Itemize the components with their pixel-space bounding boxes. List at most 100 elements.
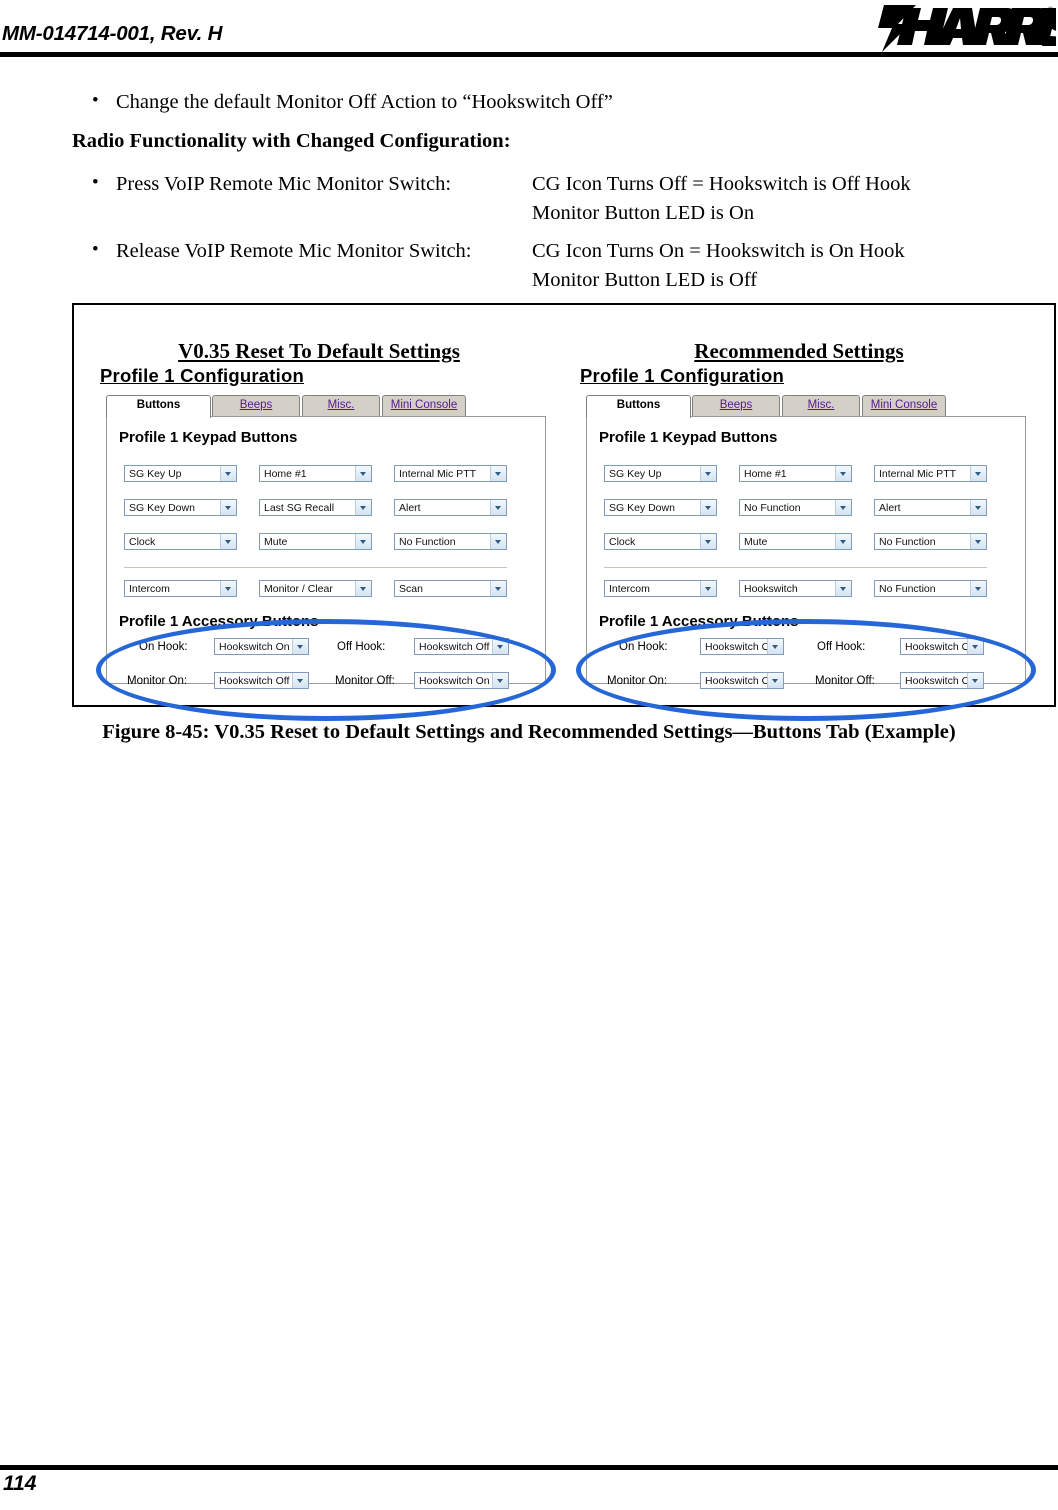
tab-misc[interactable]: Misc. bbox=[782, 395, 860, 416]
keypad-dropdown-r2c3[interactable]: Alert bbox=[394, 499, 507, 516]
dropdown-value: Home #1 bbox=[264, 467, 307, 480]
bullet-marker: • bbox=[92, 239, 99, 260]
keypad-dropdown-r2c1[interactable]: SG Key Down bbox=[604, 499, 717, 516]
keypad-dropdown-r4c3[interactable]: No Function bbox=[874, 580, 987, 597]
harris-logo: ® bbox=[878, 5, 1056, 52]
keypad-dropdown-r1c3[interactable]: Internal Mic PTT bbox=[394, 465, 507, 482]
keypad-dropdown-r2c2[interactable]: Last SG Recall bbox=[259, 499, 372, 516]
panel-right-subtitle: Profile 1 Configuration bbox=[580, 365, 784, 386]
keypad-dropdown-r1c3[interactable]: Internal Mic PTT bbox=[874, 465, 987, 482]
dropdown-value: Intercom bbox=[129, 582, 170, 595]
dropdown-value: Scan bbox=[399, 582, 423, 595]
accessory-highlight-ellipse bbox=[96, 619, 556, 721]
keypad-dropdown-r2c3[interactable]: Alert bbox=[874, 499, 987, 516]
dropdown-value: Clock bbox=[129, 535, 156, 548]
chevron-down-icon bbox=[355, 500, 371, 515]
press-action-label: Press VoIP Remote Mic Monitor Switch: bbox=[116, 173, 452, 195]
panel-right-title: Recommended Settings bbox=[694, 339, 904, 363]
chevron-down-icon bbox=[835, 466, 851, 481]
section-heading: Radio Functionality with Changed Configu… bbox=[72, 130, 511, 152]
chevron-down-icon bbox=[355, 466, 371, 481]
keypad-dropdown-r3c3[interactable]: No Function bbox=[394, 533, 507, 550]
keypad-section-divider bbox=[604, 567, 987, 568]
footer-divider-rule bbox=[0, 1465, 1058, 1470]
press-result: CG Icon Turns Off = Hookswitch is Off Ho… bbox=[532, 170, 911, 228]
keypad-buttons-group-label: Profile 1 Keypad Buttons bbox=[119, 429, 298, 446]
dropdown-value: SG Key Up bbox=[129, 467, 182, 480]
tab-mini-console[interactable]: Mini Console bbox=[862, 395, 946, 416]
dropdown-value: Intercom bbox=[609, 582, 650, 595]
chevron-down-icon bbox=[970, 466, 986, 481]
accessory-highlight-ellipse bbox=[576, 619, 1036, 721]
figure-container: V0.35 Reset To Default Settings Profile … bbox=[72, 303, 1056, 721]
page-number: 114 bbox=[3, 1472, 37, 1495]
keypad-dropdown-r4c1[interactable]: Intercom bbox=[604, 580, 717, 597]
keypad-dropdown-r3c1[interactable]: Clock bbox=[124, 533, 237, 550]
chevron-down-icon bbox=[220, 581, 236, 596]
dropdown-value: No Function bbox=[879, 582, 936, 595]
keypad-dropdown-r4c3[interactable]: Scan bbox=[394, 580, 507, 597]
keypad-dropdown-r1c1[interactable]: SG Key Up bbox=[124, 465, 237, 482]
chevron-down-icon bbox=[490, 534, 506, 549]
chevron-down-icon bbox=[490, 466, 506, 481]
dropdown-value: Monitor / Clear bbox=[264, 582, 333, 595]
keypad-dropdown-r1c2[interactable]: Home #1 bbox=[259, 465, 372, 482]
keypad-dropdown-r2c1[interactable]: SG Key Down bbox=[124, 499, 237, 516]
chevron-down-icon bbox=[970, 500, 986, 515]
panel-left-title: V0.35 Reset To Default Settings bbox=[178, 339, 460, 363]
panel-default-settings: V0.35 Reset To Default Settings Profile … bbox=[84, 319, 556, 721]
tab-beeps[interactable]: Beeps bbox=[692, 395, 780, 416]
functionality-row-release: • Release VoIP Remote Mic Monitor Switch… bbox=[72, 237, 905, 295]
functionality-row-press: • Press VoIP Remote Mic Monitor Switch: … bbox=[72, 170, 911, 228]
release-result-line1: CG Icon Turns On = Hookswitch is On Hook bbox=[532, 240, 905, 262]
dropdown-value: Hookswitch bbox=[744, 582, 798, 595]
keypad-dropdown-r4c1[interactable]: Intercom bbox=[124, 580, 237, 597]
chevron-down-icon bbox=[700, 534, 716, 549]
chevron-down-icon bbox=[700, 581, 716, 596]
tab-misc[interactable]: Misc. bbox=[302, 395, 380, 416]
dropdown-value: SG Key Down bbox=[609, 501, 675, 514]
keypad-dropdown-r3c2[interactable]: Mute bbox=[739, 533, 852, 550]
dropdown-value: Internal Mic PTT bbox=[399, 467, 477, 480]
dropdown-value: Mute bbox=[264, 535, 288, 548]
keypad-buttons-group-label: Profile 1 Keypad Buttons bbox=[599, 429, 778, 446]
keypad-dropdown-r3c1[interactable]: Clock bbox=[604, 533, 717, 550]
release-result: CG Icon Turns On = Hookswitch is On Hook… bbox=[532, 237, 905, 295]
tab-buttons[interactable]: Buttons bbox=[106, 395, 211, 418]
bullet-change-default-text: Change the default Monitor Off Action to… bbox=[116, 91, 613, 113]
dropdown-value: SG Key Down bbox=[129, 501, 195, 514]
keypad-dropdown-r4c2[interactable]: Hookswitch bbox=[739, 580, 852, 597]
panel-left-tabstrip: Buttons Beeps Misc. Mini Console bbox=[106, 395, 546, 418]
dropdown-value: Alert bbox=[879, 501, 901, 514]
keypad-dropdown-r1c2[interactable]: Home #1 bbox=[739, 465, 852, 482]
chevron-down-icon bbox=[835, 500, 851, 515]
chevron-down-icon bbox=[700, 466, 716, 481]
keypad-dropdown-r4c2[interactable]: Monitor / Clear bbox=[259, 580, 372, 597]
panel-left-subtitle: Profile 1 Configuration bbox=[100, 365, 304, 386]
dropdown-value: Last SG Recall bbox=[264, 501, 335, 514]
keypad-dropdown-r3c2[interactable]: Mute bbox=[259, 533, 372, 550]
header-divider-rule bbox=[0, 52, 1058, 57]
keypad-dropdown-r2c2[interactable]: No Function bbox=[739, 499, 852, 516]
dropdown-value: Alert bbox=[399, 501, 421, 514]
dropdown-value: Home #1 bbox=[744, 467, 787, 480]
chevron-down-icon bbox=[355, 581, 371, 596]
dropdown-value: No Function bbox=[399, 535, 456, 548]
chevron-down-icon bbox=[490, 581, 506, 596]
press-result-line2: Monitor Button LED is On bbox=[532, 202, 755, 224]
bullet-marker: • bbox=[92, 90, 99, 111]
dropdown-value: Internal Mic PTT bbox=[879, 467, 957, 480]
chevron-down-icon bbox=[220, 466, 236, 481]
keypad-dropdown-r1c1[interactable]: SG Key Up bbox=[604, 465, 717, 482]
chevron-down-icon bbox=[835, 534, 851, 549]
tab-mini-console[interactable]: Mini Console bbox=[382, 395, 466, 416]
chevron-down-icon bbox=[355, 534, 371, 549]
document-id-label: MM-014714-001, Rev. H bbox=[2, 22, 223, 45]
release-action-label: Release VoIP Remote Mic Monitor Switch: bbox=[116, 240, 472, 262]
chevron-down-icon bbox=[220, 534, 236, 549]
panel-recommended-settings: Recommended Settings Profile 1 Configura… bbox=[564, 319, 1036, 721]
tab-beeps[interactable]: Beeps bbox=[212, 395, 300, 416]
keypad-dropdown-r3c3[interactable]: No Function bbox=[874, 533, 987, 550]
tab-buttons[interactable]: Buttons bbox=[586, 395, 691, 418]
chevron-down-icon bbox=[220, 500, 236, 515]
